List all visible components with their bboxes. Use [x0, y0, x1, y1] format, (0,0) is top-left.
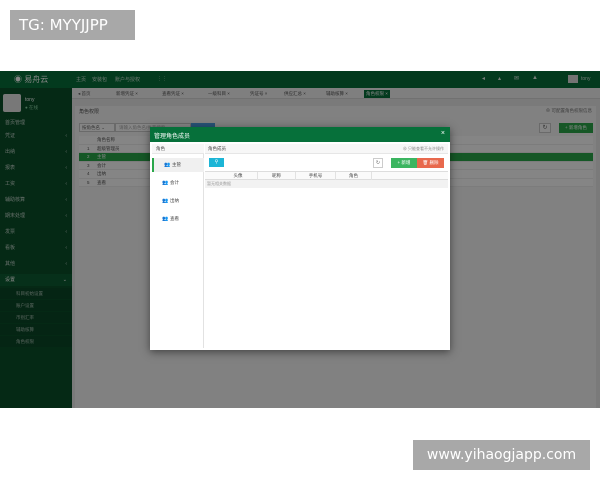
users-icon: 👥: [164, 162, 171, 168]
column-phone: 手机号: [295, 172, 335, 180]
column-blank: [371, 172, 448, 180]
dialog-title: 管理角色成员: [154, 134, 191, 140]
users-icon: 👥: [162, 198, 169, 204]
column-avatar: 头像: [233, 173, 243, 178]
app-window: ◉ 易舟云 主页 安装包 账户与授权 ⋮⋮ ◂ ▴ ✉ ▲ tony ◂ 首页 …: [0, 71, 600, 408]
member-panel: 角色成员 ⊗ 只能查看不允许操作 ⚲ ↻ + 新增 🗑 删除 头像 昵称 手机号…: [205, 144, 448, 348]
member-table-empty: 暂无相关数据: [205, 180, 448, 188]
member-refresh-button[interactable]: ↻: [373, 158, 383, 168]
role-item-accountant[interactable]: 👥 会计: [152, 176, 204, 190]
role-item-viewer[interactable]: 👥 查看: [152, 212, 204, 226]
column-nickname: 昵称: [257, 172, 295, 180]
users-icon: 👥: [162, 180, 169, 186]
users-icon: 👥: [162, 216, 169, 222]
delete-member-button[interactable]: 🗑 删除: [417, 158, 444, 168]
member-search-button[interactable]: ⚲: [209, 158, 224, 167]
watermark-top-left: TG: MYYJJPP: [10, 10, 135, 40]
manage-role-members-dialog: 管理角色成员 × 角色 👥 主管 👥 会计 👥 出纳 👥 查看 角色成员 ⊗ 只能查看不…: [150, 127, 450, 350]
role-list-header: 角色: [152, 144, 204, 154]
search-icon: ⚲: [214, 159, 219, 165]
member-table-header: 头像 昵称 手机号 角色: [205, 171, 448, 180]
watermark-bottom-right: www.yihaogjapp.com: [413, 440, 590, 470]
member-panel-note: ⊗ 只能查看不允许操作: [402, 146, 444, 151]
role-item-supervisor[interactable]: 👥 主管: [152, 158, 204, 172]
column-role: 角色: [335, 172, 371, 180]
add-member-button[interactable]: + 新增: [391, 158, 417, 168]
close-icon[interactable]: ×: [441, 130, 445, 137]
role-list-panel: 角色 👥 主管 👥 会计 👥 出纳 👥 查看: [152, 144, 204, 348]
role-item-cashier[interactable]: 👥 出纳: [152, 194, 204, 208]
dialog-header: 管理角色成员 ×: [150, 127, 450, 142]
member-panel-header: 角色成员 ⊗ 只能查看不允许操作: [205, 144, 448, 154]
